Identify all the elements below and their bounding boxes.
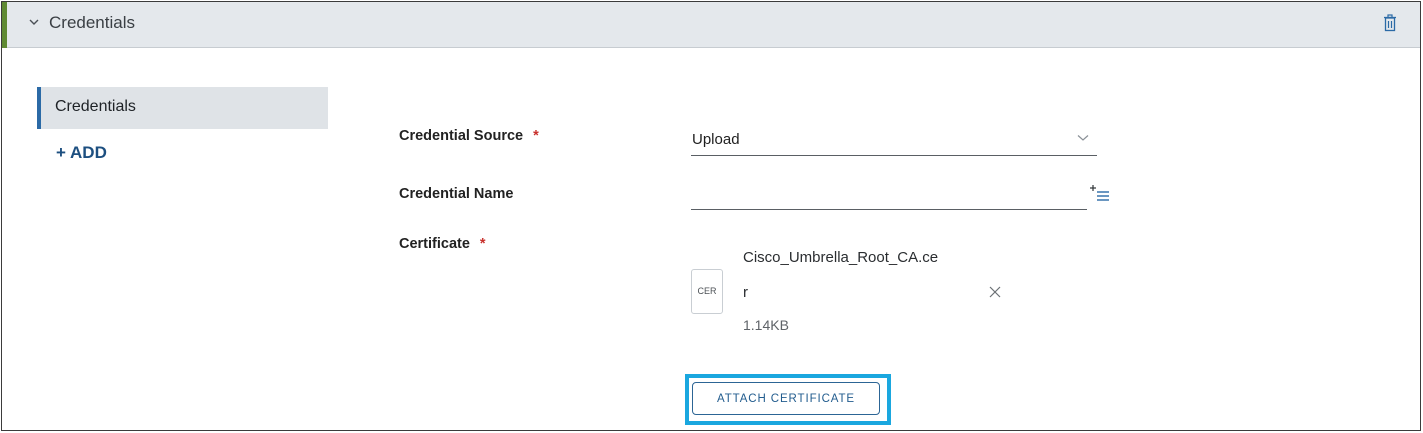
file-type-badge: CER: [697, 286, 717, 296]
chevron-down-icon[interactable]: [27, 15, 41, 29]
trash-icon[interactable]: [1382, 14, 1398, 32]
add-list-icon[interactable]: [1089, 184, 1111, 202]
credential-source-select[interactable]: Upload: [691, 122, 1097, 156]
credential-source-label: Credential Source *: [399, 128, 539, 144]
chevron-down-icon: [1077, 135, 1089, 141]
nav-item-credentials[interactable]: Credentials: [37, 87, 328, 129]
section-accent-bar: [2, 2, 7, 48]
attach-certificate-button[interactable]: ATTACH CERTIFICATE: [692, 382, 880, 415]
file-name-line1: Cisco_Umbrella_Root_CA.ce: [743, 249, 939, 266]
required-mark: *: [533, 128, 539, 144]
credential-source-value: Upload: [692, 131, 740, 148]
credential-name-input[interactable]: [691, 180, 1087, 210]
file-size: 1.14KB: [743, 317, 789, 333]
nav-item-label: Credentials: [55, 98, 136, 115]
section-header[interactable]: Credentials: [2, 2, 1420, 48]
close-icon[interactable]: [989, 286, 1001, 298]
file-type-icon: CER: [691, 269, 723, 314]
file-name-line2: r: [743, 284, 748, 301]
section-title: Credentials: [49, 13, 135, 32]
credentials-panel: Credentials Credentials + ADD Credential…: [1, 1, 1421, 431]
required-mark: *: [479, 236, 486, 252]
certificate-label: Certificate *: [399, 236, 486, 252]
credential-name-label: Credential Name: [399, 186, 514, 202]
add-credential-link[interactable]: + ADD: [56, 143, 107, 163]
